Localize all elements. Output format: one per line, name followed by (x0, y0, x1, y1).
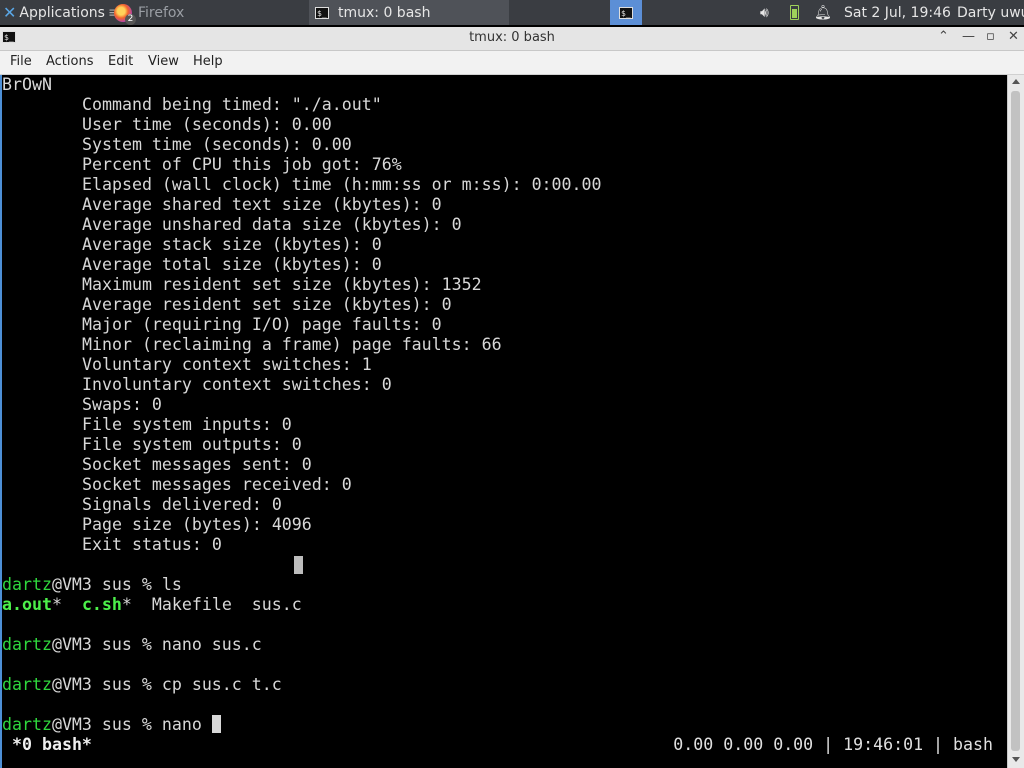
menu-actions[interactable]: Actions (46, 54, 94, 69)
window-title: tmux: 0 bash (469, 30, 555, 45)
menubar: File Actions Edit View Help (0, 51, 1024, 75)
applications-menu-button[interactable]: ✕ Applications ≡ (0, 0, 120, 25)
file-list-rest: Makefile sus.c (131, 595, 302, 614)
time-stat-line: Socket messages sent: 0 (82, 455, 312, 474)
time-stat-line: Minor (reclaiming a frame) page faults: … (82, 335, 502, 354)
command-input[interactable]: nano (162, 715, 212, 734)
menu-view[interactable]: View (148, 54, 179, 69)
time-stat-line: Command being timed: "./a.out" (82, 95, 382, 114)
file-c-sh-suffix: * (121, 595, 132, 614)
workspace-switcher[interactable]: $_ (610, 0, 642, 25)
time-stat-line: Average resident set size (kbytes): 0 (82, 295, 452, 314)
terminal-cursor (211, 715, 221, 733)
time-stat-line: Exit status: 0 (82, 535, 222, 554)
file-c-sh: c.sh (81, 595, 122, 614)
tmux-status-right: 0.00 0.00 0.00 | 19:46:01 | bash (673, 735, 993, 754)
prompt-line: dartz@VM3 sus % ls (2, 575, 182, 595)
user-menu[interactable]: Darty uwu (957, 0, 1024, 25)
time-stat-line: Maximum resident set size (kbytes): 1352 (82, 275, 482, 294)
firefox-icon: 2 (114, 3, 136, 25)
time-stat-line: File system outputs: 0 (82, 435, 302, 454)
ls-output-line: a.out* c.sh* Makefile sus.c (2, 595, 302, 615)
mouse-text-cursor (294, 556, 303, 574)
scroll-down-arrow-icon[interactable] (1012, 757, 1020, 762)
menu-edit[interactable]: Edit (108, 54, 133, 69)
time-stat-line: File system inputs: 0 (82, 415, 292, 434)
taskbar-tmux[interactable]: $_ tmux: 0 bash (309, 0, 509, 25)
prompt-host: @VM3 sus % (51, 575, 162, 594)
window-shade-icon[interactable]: ⌃ (938, 29, 949, 44)
tmux-window-list[interactable]: *0 bash* (12, 735, 92, 755)
time-stat-line: Page size (bytes): 4096 (82, 515, 312, 534)
terminal-line: BrOwN (2, 75, 52, 94)
applications-label: Applications (19, 4, 105, 21)
prompt-line: dartz@VM3 sus % cp sus.c t.c (2, 675, 282, 695)
window-titlebar[interactable]: $_ tmux: 0 bash ⌃ — ▫ ✕ (0, 27, 1024, 51)
taskbar-tmux-label: tmux: 0 bash (338, 4, 431, 21)
time-stat-line: Involuntary context switches: 0 (82, 375, 392, 394)
prompt-user: dartz (2, 715, 52, 734)
close-icon[interactable]: ✕ (1008, 29, 1019, 44)
prompt-host: @VM3 sus % (51, 675, 162, 694)
terminal-icon: $_ (315, 6, 329, 19)
time-stat-line: Signals delivered: 0 (82, 495, 282, 514)
terminal-output[interactable]: BrOwN Command being timed: "./a.out" Use… (0, 75, 1007, 768)
time-stat-line: Percent of CPU this job got: 76% (82, 155, 402, 174)
workspace-terminal-icon: $_ (619, 6, 633, 19)
time-stat-line: Elapsed (wall clock) time (h:mm:ss or m:… (82, 175, 602, 194)
minimize-icon[interactable]: — (962, 29, 975, 44)
top-panel: ✕ Applications ≡ 2 Firefox $_ tmux: 0 ba… (0, 0, 1024, 25)
time-stat-line: Major (requiring I/O) page faults: 0 (82, 315, 442, 334)
time-stat-line: System time (seconds): 0.00 (82, 135, 352, 154)
time-stat-line: Average shared text size (kbytes): 0 (82, 195, 442, 214)
panel-clock[interactable]: Sat 2 Jul, 19:46 (844, 0, 951, 25)
maximize-icon[interactable]: ▫ (986, 29, 995, 44)
time-stat-line: Voluntary context switches: 1 (82, 355, 372, 374)
volume-icon[interactable]: 🔊︎ (760, 0, 769, 25)
scroll-up-arrow-icon[interactable] (1012, 79, 1020, 84)
command-text: ls (161, 575, 182, 594)
firefox-window-count: 2 (125, 13, 136, 25)
prompt-user: dartz (2, 635, 52, 654)
taskbar-firefox[interactable]: 2 Firefox (110, 0, 306, 25)
prompt-host: @VM3 sus % (51, 715, 162, 734)
notification-bell-icon[interactable]: 🔔︎ (814, 0, 832, 25)
time-stat-line: Swaps: 0 (82, 395, 162, 414)
command-text: nano sus.c (161, 635, 262, 654)
time-stat-line: Average stack size (kbytes): 0 (82, 235, 382, 254)
prompt-line-active[interactable]: dartz@VM3 sus % nano (2, 715, 221, 735)
time-stat-line: User time (seconds): 0.00 (82, 115, 332, 134)
prompt-line: dartz@VM3 sus % nano sus.c (2, 635, 262, 655)
battery-icon[interactable] (790, 0, 799, 25)
menu-help[interactable]: Help (193, 54, 223, 69)
scrollbar-thumb[interactable] (1011, 91, 1020, 751)
time-stat-line: Average unshared data size (kbytes): 0 (82, 215, 462, 234)
prompt-user: dartz (2, 575, 52, 594)
time-stat-line: Socket messages received: 0 (82, 475, 352, 494)
prompt-host: @VM3 sus % (51, 635, 162, 654)
terminal-scrollbar[interactable] (1007, 75, 1024, 768)
prompt-user: dartz (2, 675, 52, 694)
xfce-logo-icon: ✕ (3, 3, 17, 22)
menu-file[interactable]: File (10, 54, 32, 69)
file-a-out: a.out (2, 595, 52, 614)
command-text: cp sus.c t.c (161, 675, 282, 694)
file-a-out-suffix: * (51, 595, 62, 614)
taskbar-firefox-label: Firefox (138, 4, 185, 21)
time-stat-line: Average total size (kbytes): 0 (82, 255, 382, 274)
